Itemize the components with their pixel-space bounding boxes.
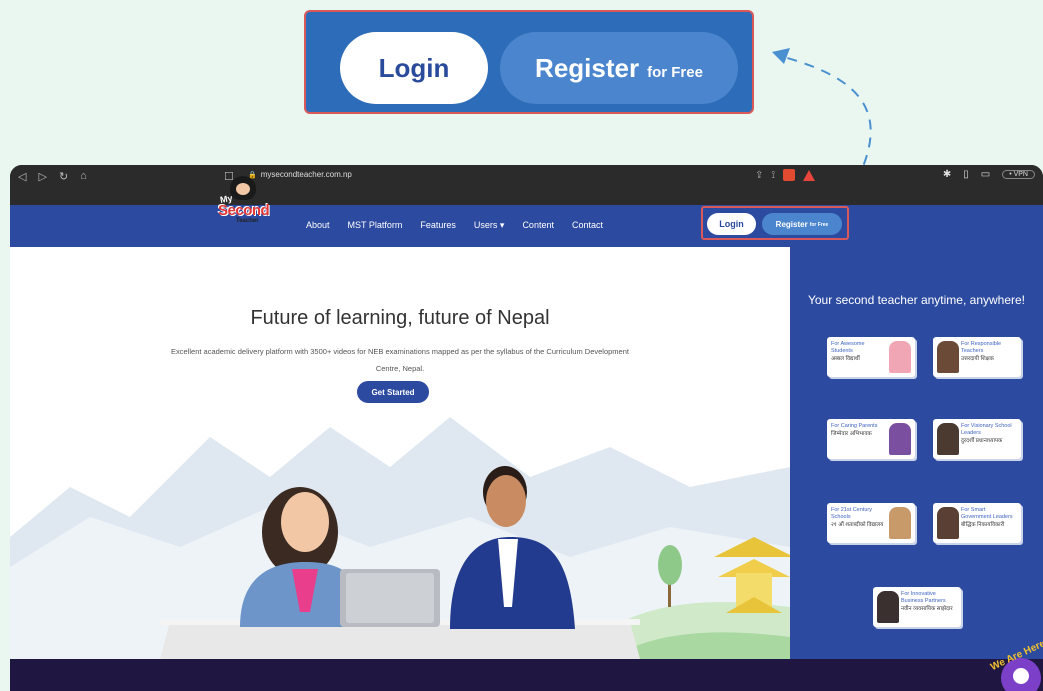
logo-face: [236, 183, 250, 195]
business-partner-figure: [877, 591, 899, 623]
nav-features[interactable]: Features: [420, 220, 456, 231]
callout-register-button[interactable]: Register for Free: [500, 32, 738, 104]
card-teachers-en: For Responsible Teachers: [961, 341, 1002, 354]
brave-rewards-icon[interactable]: [803, 169, 816, 181]
hero-illustration: [10, 417, 790, 659]
card-school-leaders-np: दुरदर्शी प्रधानाध्यापक: [961, 438, 1003, 444]
card-business-partners[interactable]: For Innovative Business Partners नवीन व्य…: [873, 587, 961, 627]
hero-section: Future of learning, future of Nepal Exce…: [10, 247, 790, 659]
card-schools[interactable]: For 21st Century Schools २१ औं शताब्दीको …: [827, 503, 915, 543]
vpn-button[interactable]: • VPN: [1002, 170, 1035, 179]
nav-content[interactable]: Content: [522, 220, 554, 231]
card-students-en: For Awesome Students: [831, 341, 865, 354]
nav-register-button[interactable]: Register for Free: [762, 213, 842, 235]
card-parents[interactable]: For Caring Parents जिम्मेवार अभिभावक: [827, 419, 915, 459]
callout-register-label: Register: [535, 52, 640, 83]
card-students[interactable]: For Awesome Students अब्बल विद्यार्थी: [827, 337, 915, 377]
logo-text-second: Second: [218, 202, 270, 219]
nav-links: About MST Platform Features Users ▾ Cont…: [306, 220, 603, 231]
site-footer: [10, 659, 1043, 691]
rss-icon[interactable]: ⟟: [771, 170, 775, 181]
home-icon[interactable]: ⌂: [80, 170, 87, 183]
card-business-partners-np: नवीन व्यवसायिक साझेदार: [901, 606, 953, 612]
card-school-leaders[interactable]: For Visionary School Leaders दुरदर्शी प्र…: [933, 419, 1021, 459]
callout-login-button[interactable]: Login: [340, 32, 488, 104]
nav-register-label: Register: [775, 219, 808, 229]
school-leader-figure: [937, 423, 959, 455]
forward-icon[interactable]: ▷: [38, 170, 46, 183]
card-business-partners-en: For Innovative Business Partners: [901, 591, 946, 604]
audience-side-panel: Your second teacher anytime, anywhere! F…: [790, 247, 1043, 659]
zoomed-auth-callout: Login Register for Free: [304, 10, 754, 114]
card-government-leaders-en: For Smart Government Leaders: [961, 507, 1013, 520]
nav-register-sub: for Free: [809, 222, 829, 228]
site-logo[interactable]: My Second Teacher: [216, 176, 280, 226]
wallet-icon[interactable]: ▭: [981, 169, 990, 180]
back-icon[interactable]: ◁: [18, 170, 26, 183]
side-panel-title: Your second teacher anytime, anywhere!: [807, 293, 1026, 307]
reload-icon[interactable]: ↻: [59, 170, 68, 183]
card-students-np: अब्बल विद्यार्थी: [831, 356, 860, 362]
share-icon[interactable]: ⇪: [755, 170, 763, 181]
brave-shield-icon[interactable]: [783, 169, 796, 181]
hero-subtitle: Excellent academic delivery platform wit…: [171, 347, 629, 373]
card-school-leaders-en: For Visionary School Leaders: [961, 423, 1012, 436]
nav-mst-platform[interactable]: MST Platform: [348, 220, 403, 231]
nav-users[interactable]: Users ▾: [474, 220, 505, 231]
hero-title: Future of learning, future of Nepal: [250, 307, 550, 329]
we-are-here-badge[interactable]: We Are Here: [985, 642, 1043, 691]
card-parents-en: For Caring Parents: [831, 423, 878, 429]
browser-window: ◁ ▷ ↻ ⌂ ☐ 🔒 mysecondteacher.com.np ⇪ ⟟ ✱…: [10, 165, 1043, 691]
school-building-figure: [889, 507, 911, 539]
card-teachers[interactable]: For Responsible Teachers उत्तरदायी शिक्षक: [933, 337, 1021, 377]
logo-text-teacher: Teacher: [236, 218, 259, 224]
card-schools-np: २१ औं शताब्दीको विद्यालय: [831, 522, 884, 528]
parent-figure: [889, 423, 911, 455]
sidebar-icon[interactable]: ▯: [963, 169, 969, 180]
nav-contact[interactable]: Contact: [572, 220, 603, 231]
card-government-leaders-np: बौद्धिक निकायविकारी: [961, 522, 1005, 528]
extensions-icon[interactable]: ✱: [943, 169, 951, 180]
teacher-figure: [937, 341, 959, 373]
browser-toolbar: ◁ ▷ ↻ ⌂ ☐ 🔒 mysecondteacher.com.np ⇪ ⟟ ✱…: [10, 165, 1043, 205]
callout-register-sub: for Free: [647, 63, 703, 81]
nav-login-button[interactable]: Login: [707, 213, 756, 235]
nav-about[interactable]: About: [306, 220, 330, 231]
card-teachers-np: उत्तरदायी शिक्षक: [961, 356, 994, 362]
card-government-leaders[interactable]: For Smart Government Leaders बौद्धिक निका…: [933, 503, 1021, 543]
government-leader-figure: [937, 507, 959, 539]
card-schools-en: For 21st Century Schools: [831, 507, 872, 520]
student-figure: [889, 341, 911, 373]
card-parents-np: जिम्मेवार अभिभावक: [831, 431, 872, 437]
